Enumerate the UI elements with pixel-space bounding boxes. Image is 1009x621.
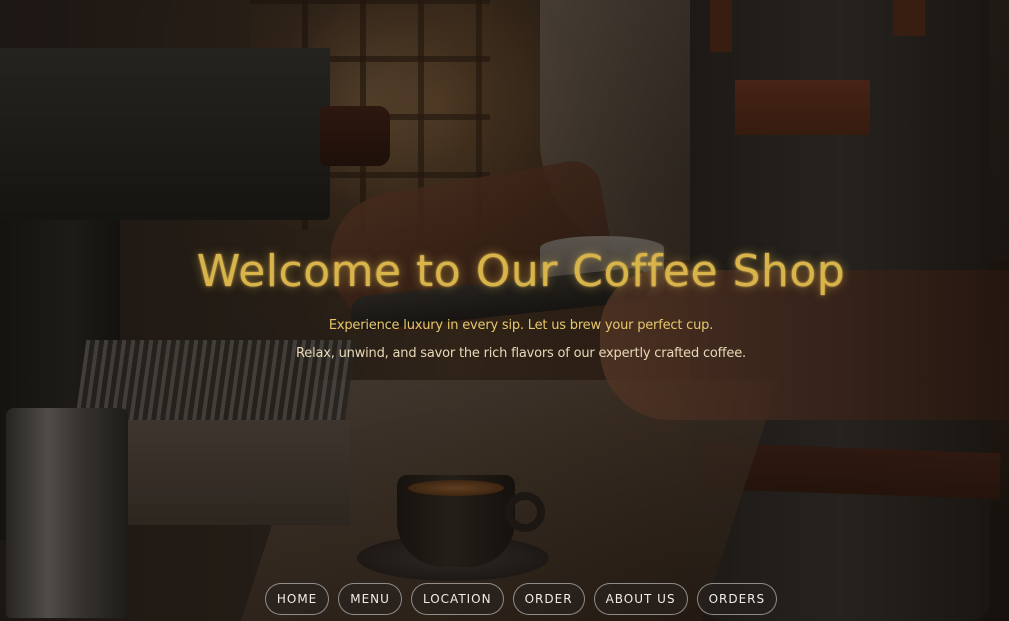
hero-section: Welcome to Our Coffee Shop Experience lu…: [0, 0, 1009, 621]
nav-home-button[interactable]: HOME: [264, 583, 330, 615]
nav-menu-button[interactable]: MENU: [338, 583, 402, 615]
hero-content: Welcome to Our Coffee Shop Experience lu…: [0, 0, 1009, 621]
nav-about-us-button[interactable]: ABOUT US: [593, 583, 688, 615]
hero-title: Welcome to Our Coffee Shop: [196, 246, 846, 297]
nav-order-button[interactable]: ORDER: [512, 583, 585, 615]
nav-location-button[interactable]: LOCATION: [410, 583, 504, 615]
main-nav: HOME MENU LOCATION ORDER ABOUT US ORDERS: [0, 583, 1009, 615]
nav-orders-button[interactable]: ORDERS: [696, 583, 778, 615]
hero-tagline-2: Relax, unwind, and savor the rich flavor…: [296, 346, 746, 361]
hero-tagline-1: Experience luxury in every sip. Let us b…: [328, 318, 714, 333]
